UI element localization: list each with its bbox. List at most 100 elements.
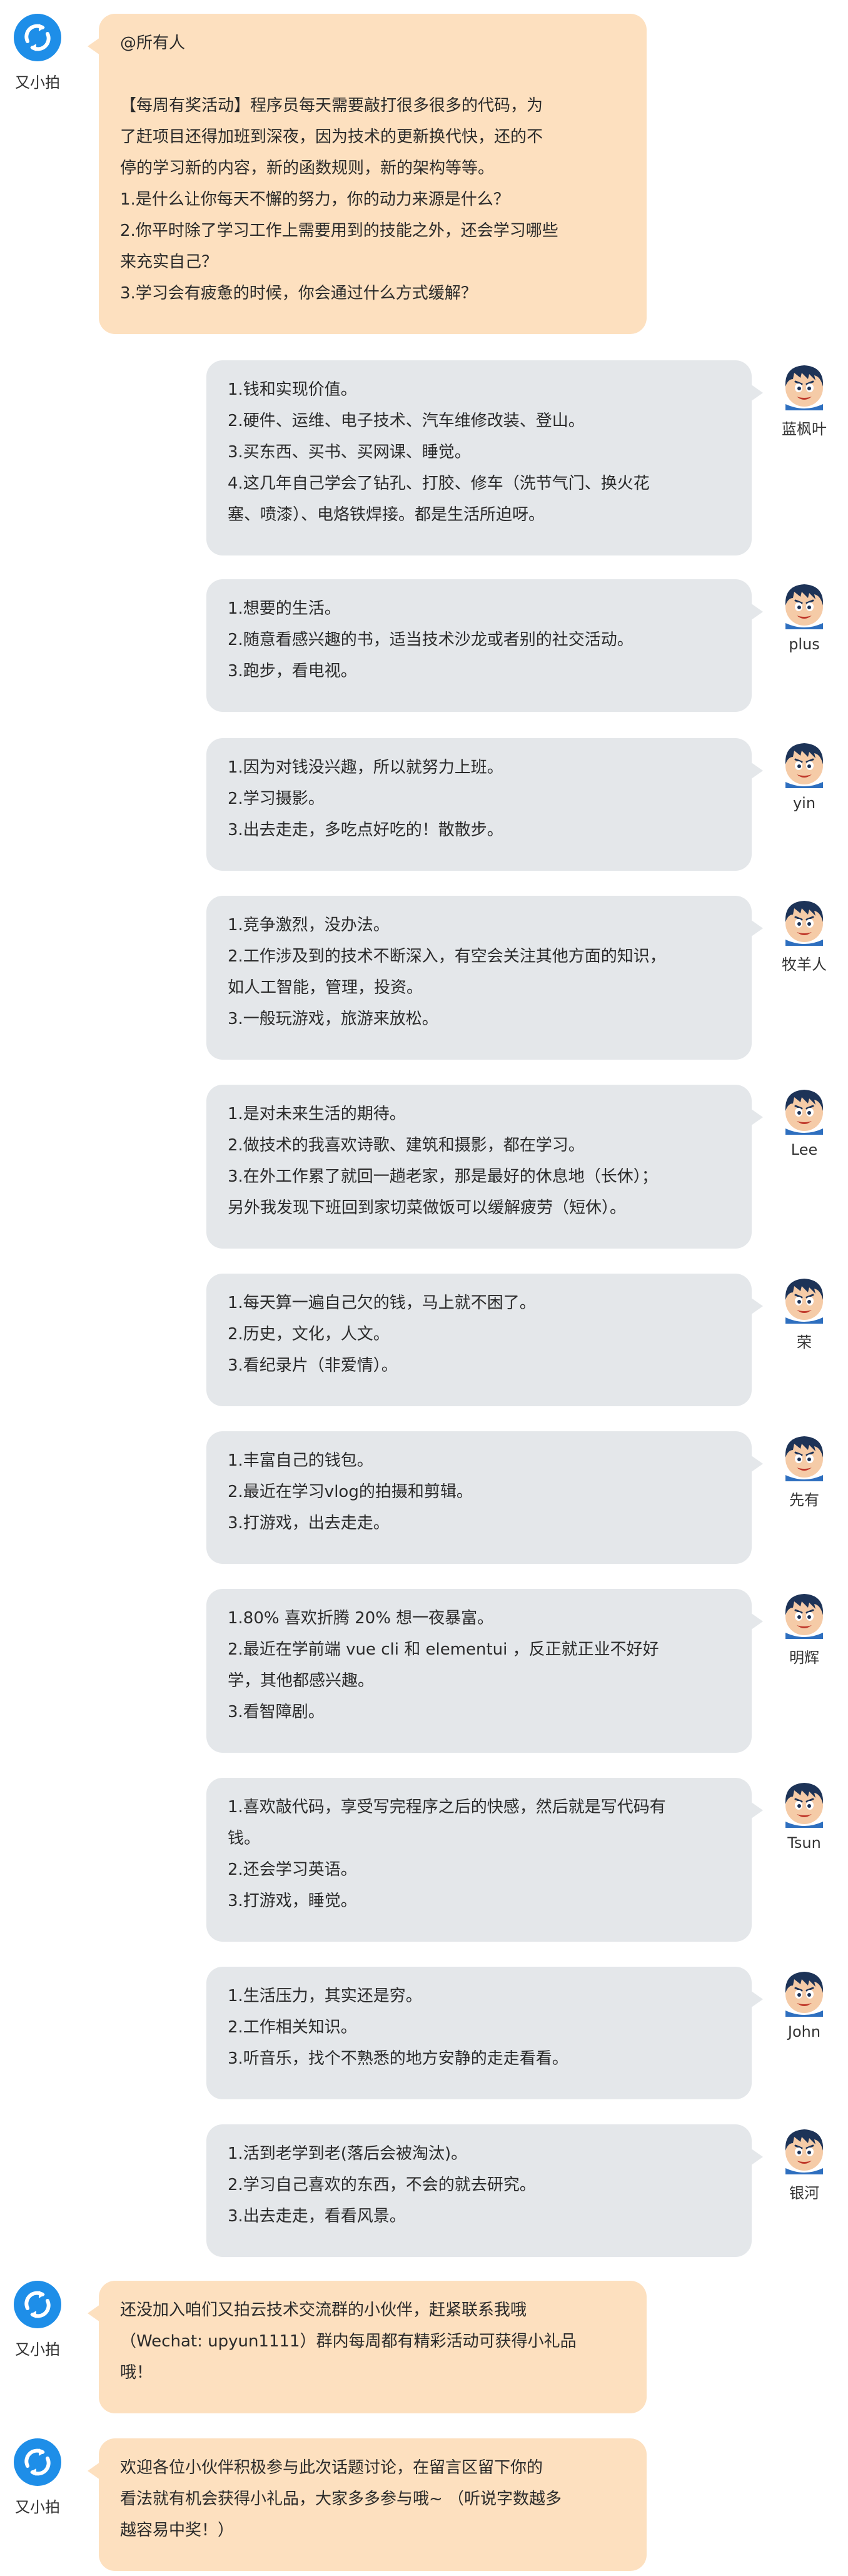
message-line: 3.听音乐，找个不熟悉的地方安静的走走看看。 xyxy=(228,2049,568,2068)
user-message: 银河 1.活到老学到老(落后会被淘汰)。 2.学习自己喜欢的东西，不会的就去研究。 3… xyxy=(0,2124,848,2257)
sender-name[interactable]: 荣 xyxy=(760,1330,848,1352)
message-line: 了赶项目还得加班到深夜，因为技术的更新换代快，还的不 xyxy=(120,128,543,146)
cartoon-boy-avatar-icon[interactable] xyxy=(779,579,829,629)
message-line: 来充实自己？ xyxy=(120,253,218,271)
upyun-logo-icon xyxy=(14,14,61,61)
message-line: 【每周有奖活动】程序员每天需要敲打很多很多的代码，为 xyxy=(120,96,543,115)
cartoon-boy-avatar-icon[interactable] xyxy=(779,360,829,410)
sender-name[interactable]: plus xyxy=(760,636,848,653)
cartoon-boy-avatar-icon[interactable] xyxy=(779,738,829,788)
message-line: 另外我发现下班回到家切菜做饭可以缓解疲劳（短休）。 xyxy=(228,1199,627,1217)
user-message: Lee 1.是对未来生活的期待。 2.做技术的我喜欢诗歌、建筑和摄影，都在学习。 3.… xyxy=(0,1085,848,1249)
message-line: 还没加入咱们又拍云技术交流群的小伙伴，赶紧联系我哦 xyxy=(120,2301,527,2320)
message-bubble[interactable]: @所有人 【每周有奖活动】程序员每天需要敲打很多很多的代码，为 了赶项目还得加班到… xyxy=(88,14,647,334)
sender-name: 又小拍 xyxy=(15,2341,60,2358)
message-line: 4.这几年自己学会了钻孔、打胶、修车（洗节气门、换火花 xyxy=(228,474,650,493)
message-line: 学，其他都感兴趣。 xyxy=(228,1671,375,1690)
message-line: 1.竞争激烈，没办法。 xyxy=(228,916,390,935)
message-line: 越容易中奖！） xyxy=(120,2521,235,2540)
message-line: 2.你平时除了学习工作上需要用到的技能之外，还会学习哪些 xyxy=(120,221,558,240)
message-bubble[interactable]: 1.80% 喜欢折腾 20% 想一夜暴富。 2.最近在学前端 vue cli 和 … xyxy=(206,1589,763,1753)
message-bubble[interactable]: 欢迎各位小伙伴积极参与此次话题讨论，在留言区留下你的看法就有机会获得小礼品，大家… xyxy=(88,2438,647,2571)
message-line: 1.因为对钱没兴趣，所以就努力上班。 xyxy=(228,758,503,777)
message-line: 2.做技术的我喜欢诗歌、建筑和摄影，都在学习。 xyxy=(228,1136,585,1155)
message-bubble[interactable]: 1.丰富自己的钱包。 2.最近在学习vlog的拍摄和剪辑。 3.打游戏，出去走走。 xyxy=(206,1431,763,1564)
sender-name[interactable]: Lee xyxy=(760,1141,848,1159)
message-line: 2.硬件、运维、电子技术、汽车维修改装、登山。 xyxy=(228,412,585,430)
message-line: 1.想要的生活。 xyxy=(228,599,341,618)
message-line: （Wechat: upyun1111）群内每周都有精彩活动可获得小礼品 xyxy=(120,2332,577,2351)
sender-name[interactable]: 先有 xyxy=(760,1488,848,1509)
message-bubble[interactable]: 1.是对未来生活的期待。 2.做技术的我喜欢诗歌、建筑和摄影，都在学习。 3.在外工… xyxy=(206,1085,763,1249)
message-bubble[interactable]: 1.钱和实现价值。 2.硬件、运维、电子技术、汽车维修改装、登山。 3.买东西、买书… xyxy=(206,360,763,555)
message-line: 看法就有机会获得小礼品，大家多多参与哦~ （听说字数越多 xyxy=(120,2490,562,2508)
message-line: 如人工智能，管理，投资。 xyxy=(228,978,423,997)
sender-name[interactable]: 银河 xyxy=(760,2181,848,2203)
message-line: 3.看智障剧。 xyxy=(228,1703,325,1722)
message-line: 2.还会学习英语。 xyxy=(228,1860,357,1879)
message-line: 2.学习自己喜欢的东西，不会的就去研究。 xyxy=(228,2176,536,2194)
message-line: 2.工作相关知识。 xyxy=(228,2018,357,2037)
message-line: 3.在外工作累了就回一趟老家，那是最好的休息地（长休）； xyxy=(228,1167,658,1186)
user-message: 明辉 1.80% 喜欢折腾 20% 想一夜暴富。 2.最近在学前端 vue cli … xyxy=(0,1589,848,1753)
sender-name[interactable]: 明辉 xyxy=(760,1645,848,1667)
sender-name: 又小拍 xyxy=(15,2498,60,2516)
message-line: 2.历史，文化，人文。 xyxy=(228,1325,390,1344)
message-line: 2.学习摄影。 xyxy=(228,789,325,808)
sender-name[interactable]: 牧羊人 xyxy=(760,952,848,974)
message-line: 欢迎各位小伙伴积极参与此次话题讨论，在留言区留下你的 xyxy=(120,2458,543,2477)
sender-name[interactable]: 蓝枫叶 xyxy=(760,417,848,439)
message-line: 1.喜欢敲代码，享受写完程序之后的快感，然后就是写代码有 xyxy=(228,1798,666,1817)
cartoon-boy-avatar-icon[interactable] xyxy=(779,1274,829,1324)
bot-message: 又小拍 还没加入咱们又拍云技术交流群的小伙伴，赶紧联系我哦 （Wechat: upy… xyxy=(0,2281,848,2413)
user-message: 先有 1.丰富自己的钱包。 2.最近在学习vlog的拍摄和剪辑。 3.打游戏，出去走走… xyxy=(0,1431,848,1564)
message-line: 1.钱和实现价值。 xyxy=(228,380,357,399)
message-line: 3.跑步，看电视。 xyxy=(228,662,357,681)
message-line: 3.看纪录片（非爱情）。 xyxy=(228,1356,398,1375)
sender-name[interactable]: Tsun xyxy=(760,1834,848,1852)
message-line: 3.打游戏，睡觉。 xyxy=(228,1892,357,1910)
message-bubble[interactable]: 还没加入咱们又拍云技术交流群的小伙伴，赶紧联系我哦 （Wechat: upyun1… xyxy=(88,2281,647,2413)
message-line: 1.每天算一遍自己欠的钱，马上就不困了。 xyxy=(228,1294,536,1312)
bot-message: 又小拍 @所有人 【每周有奖活动】程序员每天需要敲打很多很多的代码，为 了赶项目还得… xyxy=(0,14,848,334)
message-bubble[interactable]: 1.竞争激烈，没办法。 2.工作涉及到的技术不断深入，有空会关注其他方面的知识， 如… xyxy=(206,896,763,1060)
cartoon-boy-avatar-icon[interactable] xyxy=(779,896,829,946)
message-line xyxy=(120,59,625,90)
message-bubble[interactable]: 1.因为对钱没兴趣，所以就努力上班。 2.学习摄影。 3.出去走走，多吃点好吃的！散… xyxy=(206,738,763,871)
message-line: 3.买东西、买书、买网课、睡觉。 xyxy=(228,443,471,462)
upyun-logo-icon xyxy=(14,2438,61,2486)
message-bubble[interactable]: 1.喜欢敲代码，享受写完程序之后的快感，然后就是写代码有 钱。 2.还会学习英语。 3… xyxy=(206,1778,763,1942)
message-line: 2.最近在学前端 vue cli 和 elementui ，反正就正业不好好 xyxy=(228,1640,659,1659)
user-message: yin 1.因为对钱没兴趣，所以就努力上班。 2.学习摄影。 3.出去走走，多吃点好吃… xyxy=(0,738,848,871)
user-message: 牧羊人 1.竞争激烈，没办法。 2.工作涉及到的技术不断深入，有空会关注其他方面的知… xyxy=(0,896,848,1060)
sender-name[interactable]: yin xyxy=(760,794,848,812)
cartoon-boy-avatar-icon[interactable] xyxy=(779,1589,829,1639)
message-line: 塞、喷漆）、电烙铁焊接。都是生活所迫呀。 xyxy=(228,505,545,524)
cartoon-boy-avatar-icon[interactable] xyxy=(779,1085,829,1135)
message-line: 2.最近在学习vlog的拍摄和剪辑。 xyxy=(228,1483,473,1501)
message-line: 1.丰富自己的钱包。 xyxy=(228,1451,373,1470)
message-bubble[interactable]: 1.活到老学到老(落后会被淘汰)。 2.学习自己喜欢的东西，不会的就去研究。 3.出… xyxy=(206,2124,763,2257)
message-line: 1.是对未来生活的期待。 xyxy=(228,1105,406,1123)
cartoon-boy-avatar-icon[interactable] xyxy=(779,1967,829,2017)
message-line: 2.工作涉及到的技术不断深入，有空会关注其他方面的知识， xyxy=(228,947,666,966)
message-line: 2.随意看感兴趣的书，适当技术沙龙或者别的社交活动。 xyxy=(228,631,633,649)
message-line: 钱。 xyxy=(228,1829,261,1848)
user-message: 蓝枫叶 1.钱和实现价值。 2.硬件、运维、电子技术、汽车维修改装、登山。 3.买东西… xyxy=(0,360,848,555)
message-line: 停的学习新的内容，新的函数规则，新的架构等等。 xyxy=(120,159,495,178)
cartoon-boy-avatar-icon[interactable] xyxy=(779,1778,829,1828)
message-bubble[interactable]: 1.每天算一遍自己欠的钱，马上就不困了。 2.历史，文化，人文。 3.看纪录片（非爱… xyxy=(206,1274,763,1406)
user-message: John 1.生活压力，其实还是穷。 2.工作相关知识。 3.听音乐，找个不熟悉的地方… xyxy=(0,1967,848,2099)
bot-message: 又小拍 欢迎各位小伙伴积极参与此次话题讨论，在留言区留下你的看法就有机会获得小礼品… xyxy=(0,2438,848,2571)
message-line: 1.生活压力，其实还是穷。 xyxy=(228,1987,422,2006)
cartoon-boy-avatar-icon[interactable] xyxy=(779,2124,829,2174)
message-bubble[interactable]: 1.生活压力，其实还是穷。 2.工作相关知识。 3.听音乐，找个不熟悉的地方安静的走… xyxy=(206,1967,763,2099)
cartoon-boy-avatar-icon[interactable] xyxy=(779,1431,829,1481)
message-line: 3.出去走走，多吃点好吃的！散散步。 xyxy=(228,821,503,839)
message-line: 1.活到老学到老(落后会被淘汰)。 xyxy=(228,2144,468,2163)
message-bubble[interactable]: 1.想要的生活。 2.随意看感兴趣的书，适当技术沙龙或者别的社交活动。 3.跑步，看… xyxy=(206,579,763,712)
message-line: 3.学习会有疲惫的时候，你会通过什么方式缓解？ xyxy=(120,284,477,303)
message-line: 3.一般玩游戏，旅游来放松。 xyxy=(228,1010,438,1028)
message-line: 1.80% 喜欢折腾 20% 想一夜暴富。 xyxy=(228,1609,494,1628)
sender-name[interactable]: John xyxy=(760,2023,848,2041)
